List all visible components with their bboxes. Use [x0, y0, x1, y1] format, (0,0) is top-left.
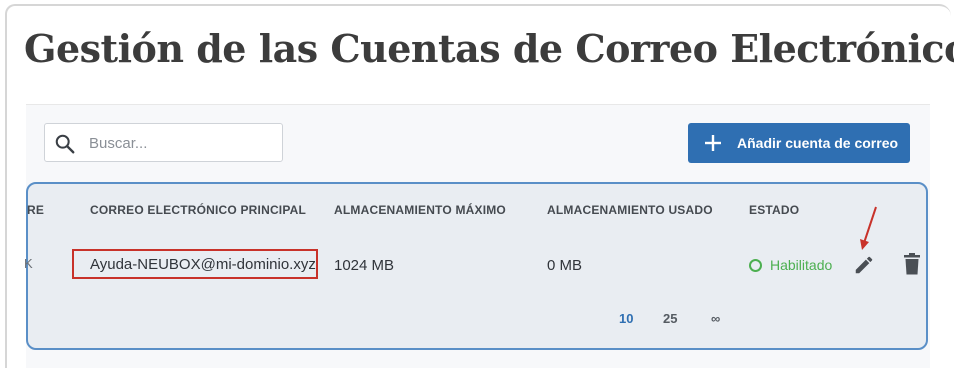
- column-header-truncated[interactable]: RE: [27, 203, 44, 217]
- status-dot-icon: [749, 258, 762, 272]
- search-icon: [55, 134, 75, 154]
- max-storage-cell: 1024 MB: [334, 257, 395, 274]
- email-highlight-box: Ayuda-NEUBOX@mi-dominio.xyz: [72, 249, 318, 279]
- column-header-used-storage[interactable]: ALMACENAMIENTO USADO: [547, 203, 713, 217]
- page-size-all[interactable]: ∞: [711, 311, 720, 326]
- truncated-cell: K: [24, 256, 33, 271]
- email-cell: Ayuda-NEUBOX@mi-dominio.xyz: [90, 256, 316, 273]
- page-size-10[interactable]: 10: [619, 311, 633, 326]
- column-header-status[interactable]: ESTADO: [749, 203, 799, 217]
- plus-icon: [705, 135, 721, 151]
- search-placeholder: Buscar...: [89, 135, 148, 152]
- used-storage-cell: 0 MB: [547, 257, 583, 274]
- status-label: Habilitado: [770, 257, 833, 273]
- trash-icon[interactable]: [903, 253, 921, 275]
- search-input[interactable]: Buscar...: [44, 123, 283, 162]
- column-header-max-storage[interactable]: ALMACENAMIENTO MÁXIMO: [334, 203, 506, 217]
- edit-icon[interactable]: [853, 254, 875, 276]
- status-badge: Habilitado: [749, 257, 832, 273]
- page-size-25[interactable]: 25: [663, 311, 677, 326]
- page-title: Gestión de las Cuentas de Correo Electró…: [24, 26, 954, 71]
- add-button-label: Añadir cuenta de correo: [737, 135, 899, 151]
- column-header-email[interactable]: CORREO ELECTRÓNICO PRINCIPAL: [90, 203, 306, 217]
- add-email-account-button[interactable]: Añadir cuenta de correo: [688, 123, 910, 163]
- arrow-annotation-icon: [860, 206, 877, 250]
